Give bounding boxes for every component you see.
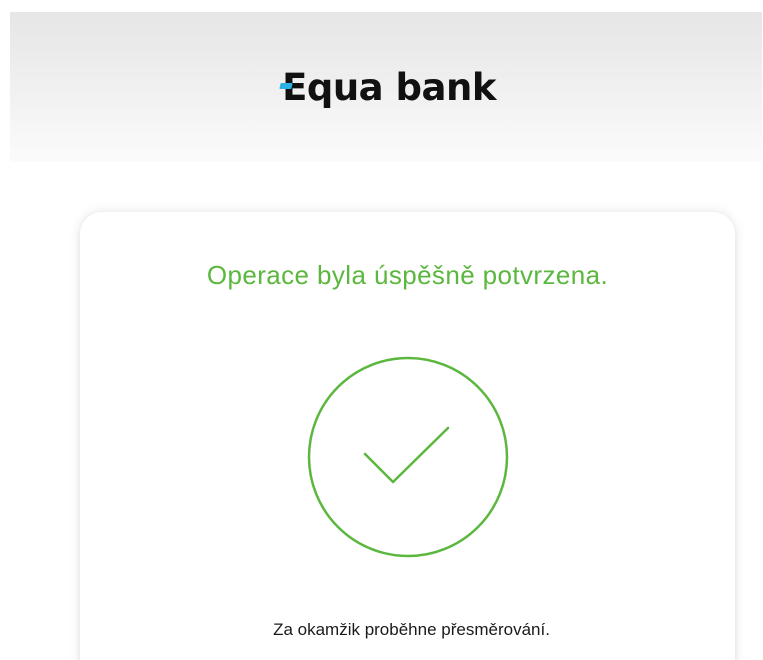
confirmation-title: Operace byla úspěšně potvrzena. [206, 260, 609, 290]
checkmark-icon [363, 426, 450, 484]
equa-bank-logo: E qua bank [10, 12, 762, 162]
header-bar: E qua bank [10, 12, 762, 162]
check-circle-svg [307, 356, 509, 558]
success-circle [307, 356, 509, 558]
redirect-message: Za okamžik proběhne přesměrování. [273, 620, 550, 639]
check-circle-icon [306, 355, 510, 559]
confirmation-card: Operace byla úspěšně potvrzena. Za okamž… [80, 212, 735, 660]
logo-letter-e: E [279, 69, 307, 106]
page: E qua bank Operace byla úspěšně potvrzen… [0, 0, 763, 660]
logo-accent-mark [279, 82, 293, 89]
logo-wordmark: qua bank [306, 65, 497, 109]
